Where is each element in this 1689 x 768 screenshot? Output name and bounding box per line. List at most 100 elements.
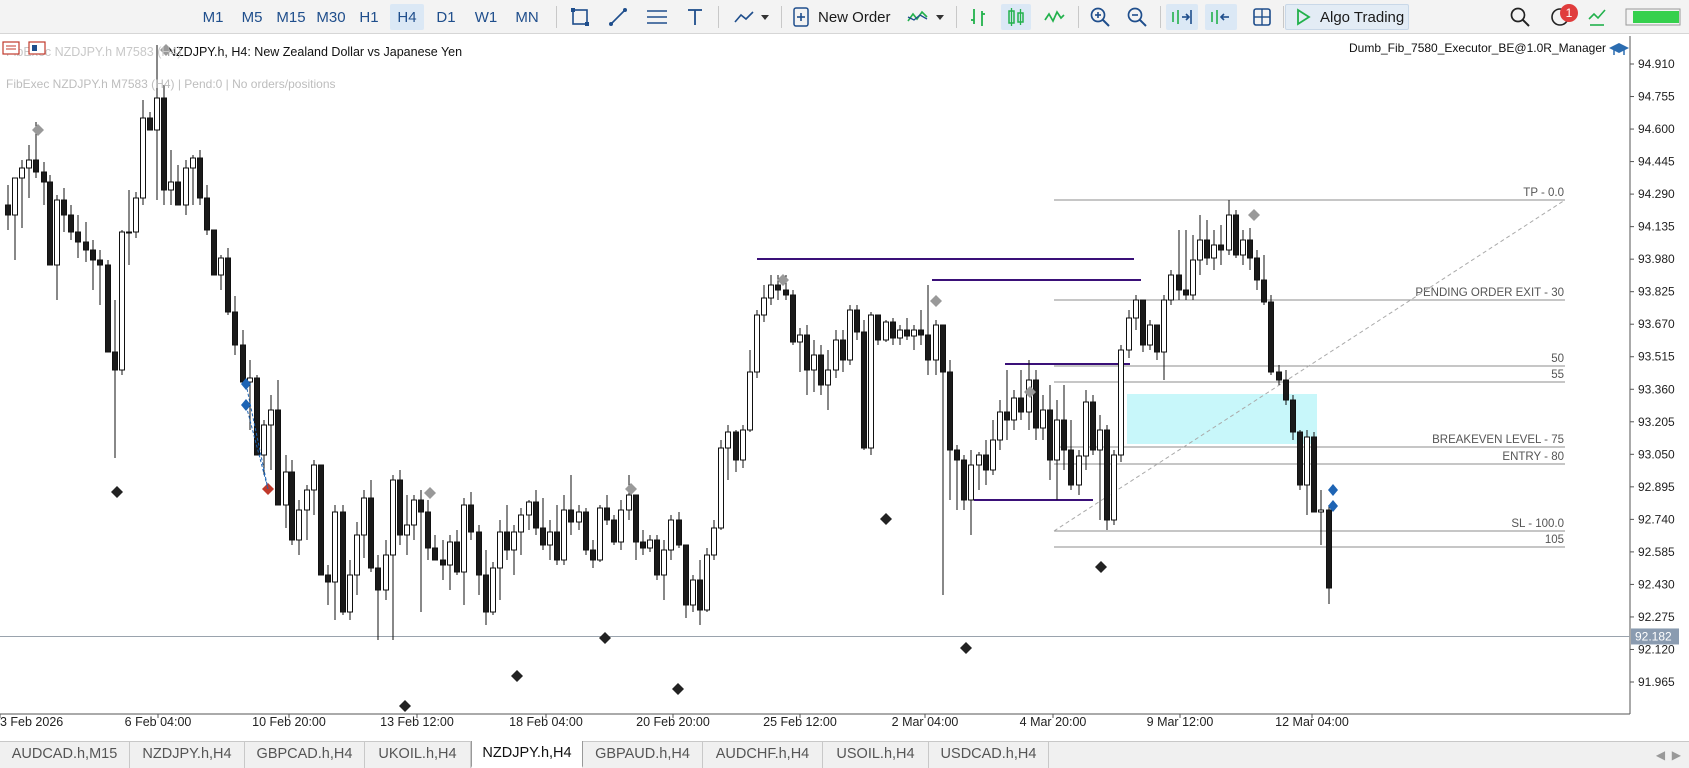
tab-audchf-h4[interactable]: AUDCHF.h,H4	[703, 742, 823, 768]
bearish-candle	[1140, 299, 1146, 346]
zoom-in-icon[interactable]	[1086, 4, 1114, 30]
price-chart[interactable]: TP - 0.0 PENDING ORDER EXIT - 30 50 55 BREAK…	[0, 36, 1689, 742]
swing-marker	[32, 124, 44, 136]
line-chart-icon[interactable]	[1040, 4, 1068, 30]
chart-shift-icon[interactable]	[1205, 4, 1237, 30]
play-icon	[1297, 8, 1311, 26]
price-label: 93.825	[1638, 285, 1675, 299]
tile-windows-icon[interactable]	[1248, 4, 1276, 30]
auto-scroll-icon[interactable]	[1166, 4, 1198, 30]
connection-status-icon	[1624, 4, 1682, 30]
chart-canvas[interactable]: TP - 0.0 PENDING ORDER EXIT - 30 50 55 BREAK…	[0, 36, 1689, 742]
lines-layer: TP - 0.0 PENDING ORDER EXIT - 30 50 55 BREAK…	[0, 187, 1630, 637]
chart-tabs: AUDCAD.h,M15 NZDJPY.h,H4 GBPCAD.h,H4 UKO…	[0, 741, 1689, 768]
bullish-candle	[561, 509, 567, 561]
tab-nzdjpy-h4-active[interactable]: NZDJPY.h,H4	[471, 741, 583, 768]
bearish-candle	[289, 471, 295, 541]
swing-marker	[930, 295, 942, 307]
tab-nzdjpy-h4[interactable]: NZDJPY.h,H4	[130, 742, 245, 768]
chart-menu-icon[interactable]	[2, 41, 20, 55]
bullish-candle	[19, 167, 25, 179]
bearish-candle	[1311, 436, 1317, 513]
bullish-candle	[1083, 401, 1089, 457]
signals-dropdown-icon[interactable]	[904, 4, 950, 30]
bullish-candle	[990, 439, 996, 471]
bullish-candle	[411, 499, 417, 526]
bullish-candle	[1040, 409, 1046, 429]
time-label: 25 Feb 12:00	[763, 715, 837, 729]
timeframe-m1[interactable]: M1	[196, 4, 230, 30]
timeframe-m5[interactable]: M5	[235, 4, 269, 30]
fib-level-label: 105	[1545, 534, 1564, 546]
bullish-candle	[461, 504, 467, 573]
bullish-candle	[997, 411, 1003, 441]
bullish-candle	[725, 431, 731, 449]
bullish-candle	[1161, 299, 1167, 353]
bullish-candle	[811, 354, 817, 371]
bearish-candle	[947, 371, 953, 451]
bearish-candle	[1104, 429, 1110, 521]
toolbar-separator	[956, 6, 957, 28]
timeframe-m15[interactable]: M15	[272, 4, 310, 30]
bearish-candle	[1018, 397, 1024, 413]
new-order-button[interactable]: New Order	[790, 4, 898, 30]
bullish-candle	[711, 527, 717, 556]
indicators-dropdown-icon[interactable]	[731, 4, 775, 30]
bearish-candle	[775, 284, 781, 291]
price-label: 92.430	[1638, 577, 1675, 591]
tab-usoil-h4[interactable]: USOIL.h,H4	[823, 742, 929, 768]
time-label: 13 Feb 12:00	[380, 715, 454, 729]
bearish-candle	[68, 214, 74, 233]
price-zone	[1127, 394, 1317, 444]
tab-usdcad-h4[interactable]: USDCAD.h,H4	[929, 742, 1049, 768]
bullish-candle	[1304, 436, 1310, 486]
bullish-candle	[833, 339, 839, 371]
price-label: 93.670	[1638, 317, 1675, 331]
tab-scroll-arrows[interactable]: ◀ ▶	[1656, 742, 1681, 768]
expert-hat-icon[interactable]	[1609, 43, 1629, 55]
bearish-candle	[554, 531, 560, 561]
bullish-candle	[976, 454, 982, 466]
bullish-candle	[897, 329, 903, 339]
rectangle-tool-icon[interactable]	[566, 4, 594, 30]
timeframe-w1[interactable]: W1	[469, 4, 503, 30]
bullish-candle	[1147, 324, 1153, 346]
bar-chart-icon[interactable]	[964, 4, 992, 30]
bearish-candle	[504, 531, 510, 551]
timeframe-h1[interactable]: H1	[353, 4, 385, 30]
bearish-candle	[861, 331, 867, 449]
bullish-candle	[847, 309, 853, 361]
timeframe-m30[interactable]: M30	[311, 4, 351, 30]
bearish-candle	[375, 567, 381, 591]
timeframe-d1[interactable]: D1	[429, 4, 463, 30]
price-label: 92.585	[1638, 545, 1675, 559]
timeframe-mn[interactable]: MN	[508, 4, 546, 30]
tab-ukoil-h4[interactable]: UKOIL.h,H4	[365, 742, 471, 768]
trendline-tool-icon[interactable]	[604, 4, 632, 30]
time-label: 10 Feb 20:00	[252, 715, 326, 729]
fib-level-label: 50	[1551, 353, 1564, 365]
toolbar-separator	[718, 6, 719, 28]
algo-trading-button[interactable]: Algo Trading	[1285, 4, 1409, 30]
zoom-out-icon[interactable]	[1123, 4, 1151, 30]
tab-audcad-m15[interactable]: AUDCAD.h,M15	[0, 742, 130, 768]
timeframe-h4[interactable]: H4	[390, 4, 424, 30]
bullish-candle	[183, 167, 189, 206]
text-layer: NZDJPY.h, H4: New Zealand Dollar vs Japa…	[6, 41, 1606, 91]
candlestick-chart-icon[interactable]	[1001, 4, 1031, 30]
bearish-candle	[804, 334, 810, 371]
price-label: 94.445	[1638, 155, 1675, 169]
bearish-candle	[1204, 239, 1210, 259]
bullish-candle	[911, 329, 917, 337]
bearish-candle	[1047, 409, 1053, 461]
text-tool-icon[interactable]	[682, 4, 708, 30]
fib-level-label: SL - 100.0	[1511, 518, 1564, 530]
search-icon[interactable]	[1507, 4, 1533, 30]
bullish-candle	[268, 409, 274, 426]
notifications-button[interactable]: 1	[1544, 4, 1578, 30]
tab-gbpcad-h4[interactable]: GBPCAD.h,H4	[245, 742, 365, 768]
bullish-candle	[1168, 274, 1174, 301]
tab-gbpaud-h4[interactable]: GBPAUD.h,H4	[583, 742, 703, 768]
bearish-candle	[476, 531, 482, 576]
fibonacci-tool-icon[interactable]	[643, 4, 671, 30]
